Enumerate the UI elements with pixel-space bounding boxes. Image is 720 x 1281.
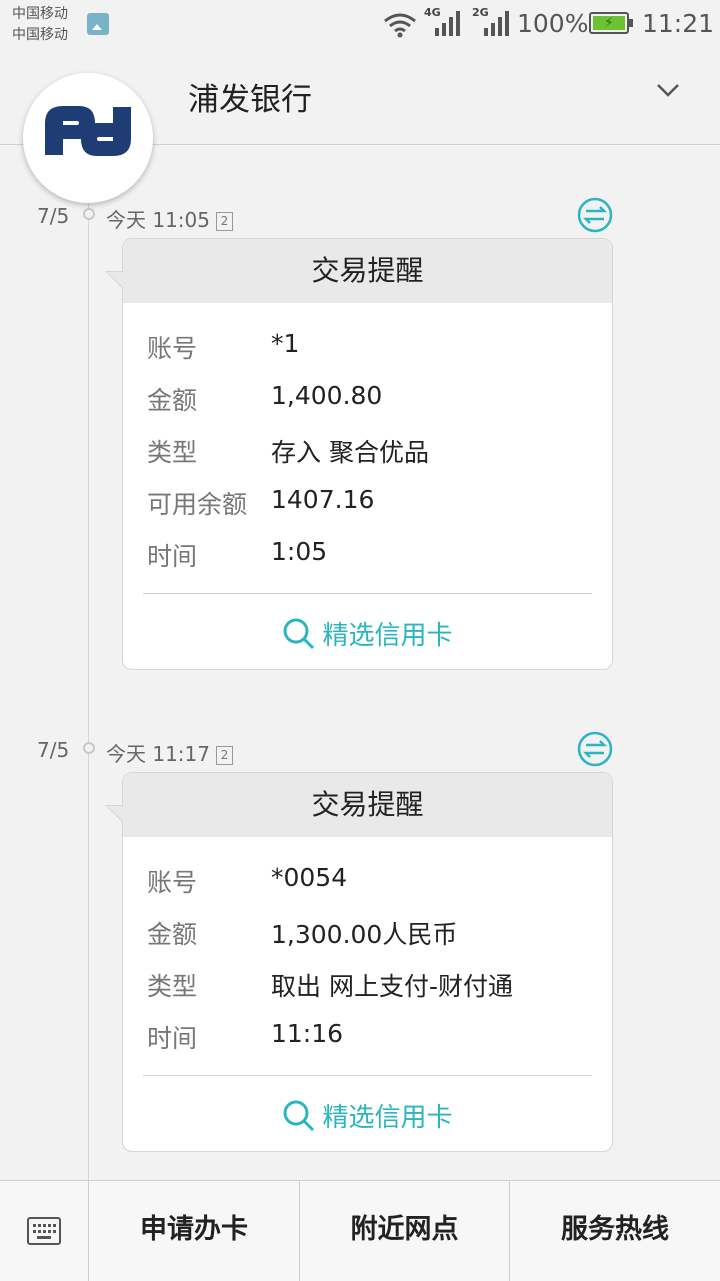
row-label: 可用余额 — [147, 490, 248, 519]
link-label: 精选信用卡 — [322, 1103, 453, 1133]
search-icon — [283, 618, 315, 650]
sim-card-badge: 2 — [216, 212, 233, 231]
card-title: 交易提醒 — [123, 239, 612, 303]
card-divider — [143, 1075, 592, 1076]
battery-icon: ⚡ — [589, 12, 633, 34]
row-value: 1407.16 — [271, 485, 375, 514]
row-value: 存入 聚合优品 — [271, 438, 429, 467]
sender-name: 浦发银行 — [188, 82, 312, 118]
nearby-branch-button[interactable]: 附近网点 — [300, 1181, 510, 1281]
carrier-label: 中国移动 — [12, 6, 68, 22]
transaction-card[interactable]: 交易提醒 账号 *1 金额 1,400.80 类型 存入 聚合优品 可用余额 1… — [105, 238, 613, 670]
row-value: *1 — [271, 329, 300, 358]
message-timestamp: 今天 11:05 2 — [106, 204, 233, 233]
status-clock: 11:21 — [642, 9, 715, 38]
row-value: 1,400.80 — [271, 381, 383, 410]
timestamp-text: 今天 11:17 — [106, 742, 210, 766]
signal-icon — [484, 11, 509, 36]
card-notch — [107, 806, 124, 822]
timeline-dot — [83, 742, 95, 754]
message-timestamp: 今天 11:17 2 — [106, 738, 233, 767]
row-value: 取出 网上支付-财付通 — [271, 972, 513, 1001]
chevron-down-icon[interactable] — [655, 82, 681, 98]
row-label: 账号 — [147, 334, 198, 363]
swap-icon[interactable] — [577, 731, 613, 767]
timeline-dot — [83, 208, 95, 220]
row-value: 1:05 — [271, 537, 328, 566]
row-label: 时间 — [147, 542, 198, 571]
battery-percent: 100% — [517, 9, 589, 38]
bottom-menu-bar: 申请办卡 附近网点 服务热线 — [0, 1180, 720, 1281]
search-icon — [283, 1100, 315, 1132]
keyboard-icon — [27, 1217, 61, 1245]
carrier-label: 中国移动 — [12, 27, 68, 43]
row-label: 类型 — [147, 972, 198, 1001]
service-hotline-button[interactable]: 服务热线 — [510, 1181, 720, 1281]
status-bar: 中国移动 中国移动 4G 2G 100% ⚡ 11:21 — [0, 0, 720, 50]
keyboard-toggle-button[interactable] — [0, 1181, 89, 1281]
message-date: 7/5 — [37, 738, 70, 762]
wifi-icon — [384, 13, 416, 38]
avatar[interactable] — [23, 73, 153, 203]
row-label: 账号 — [147, 868, 198, 897]
transaction-card[interactable]: 交易提醒 账号 *0054 金额 1,300.00人民币 类型 取出 网上支付-… — [105, 772, 613, 1152]
bank-logo-icon — [45, 106, 131, 156]
row-value: 1,300.00人民币 — [271, 920, 458, 949]
card-title: 交易提醒 — [123, 773, 612, 837]
card-notch — [107, 272, 124, 288]
card-divider — [143, 593, 592, 594]
row-value: 11:16 — [271, 1019, 344, 1048]
row-label: 时间 — [147, 1024, 198, 1053]
row-value: *0054 — [271, 863, 348, 892]
row-label: 类型 — [147, 438, 198, 467]
credit-card-link[interactable]: 精选信用卡 — [123, 615, 612, 652]
timestamp-text: 今天 11:05 — [106, 208, 210, 232]
message-date: 7/5 — [37, 204, 70, 228]
timeline-line — [88, 144, 89, 1180]
signal-icon — [435, 11, 460, 36]
gallery-notification-icon — [87, 13, 109, 35]
row-label: 金额 — [147, 386, 198, 415]
row-label: 金额 — [147, 920, 198, 949]
apply-card-button[interactable]: 申请办卡 — [89, 1181, 300, 1281]
credit-card-link[interactable]: 精选信用卡 — [123, 1097, 612, 1134]
swap-icon[interactable] — [577, 197, 613, 233]
sim-card-badge: 2 — [216, 746, 233, 765]
link-label: 精选信用卡 — [322, 621, 453, 651]
